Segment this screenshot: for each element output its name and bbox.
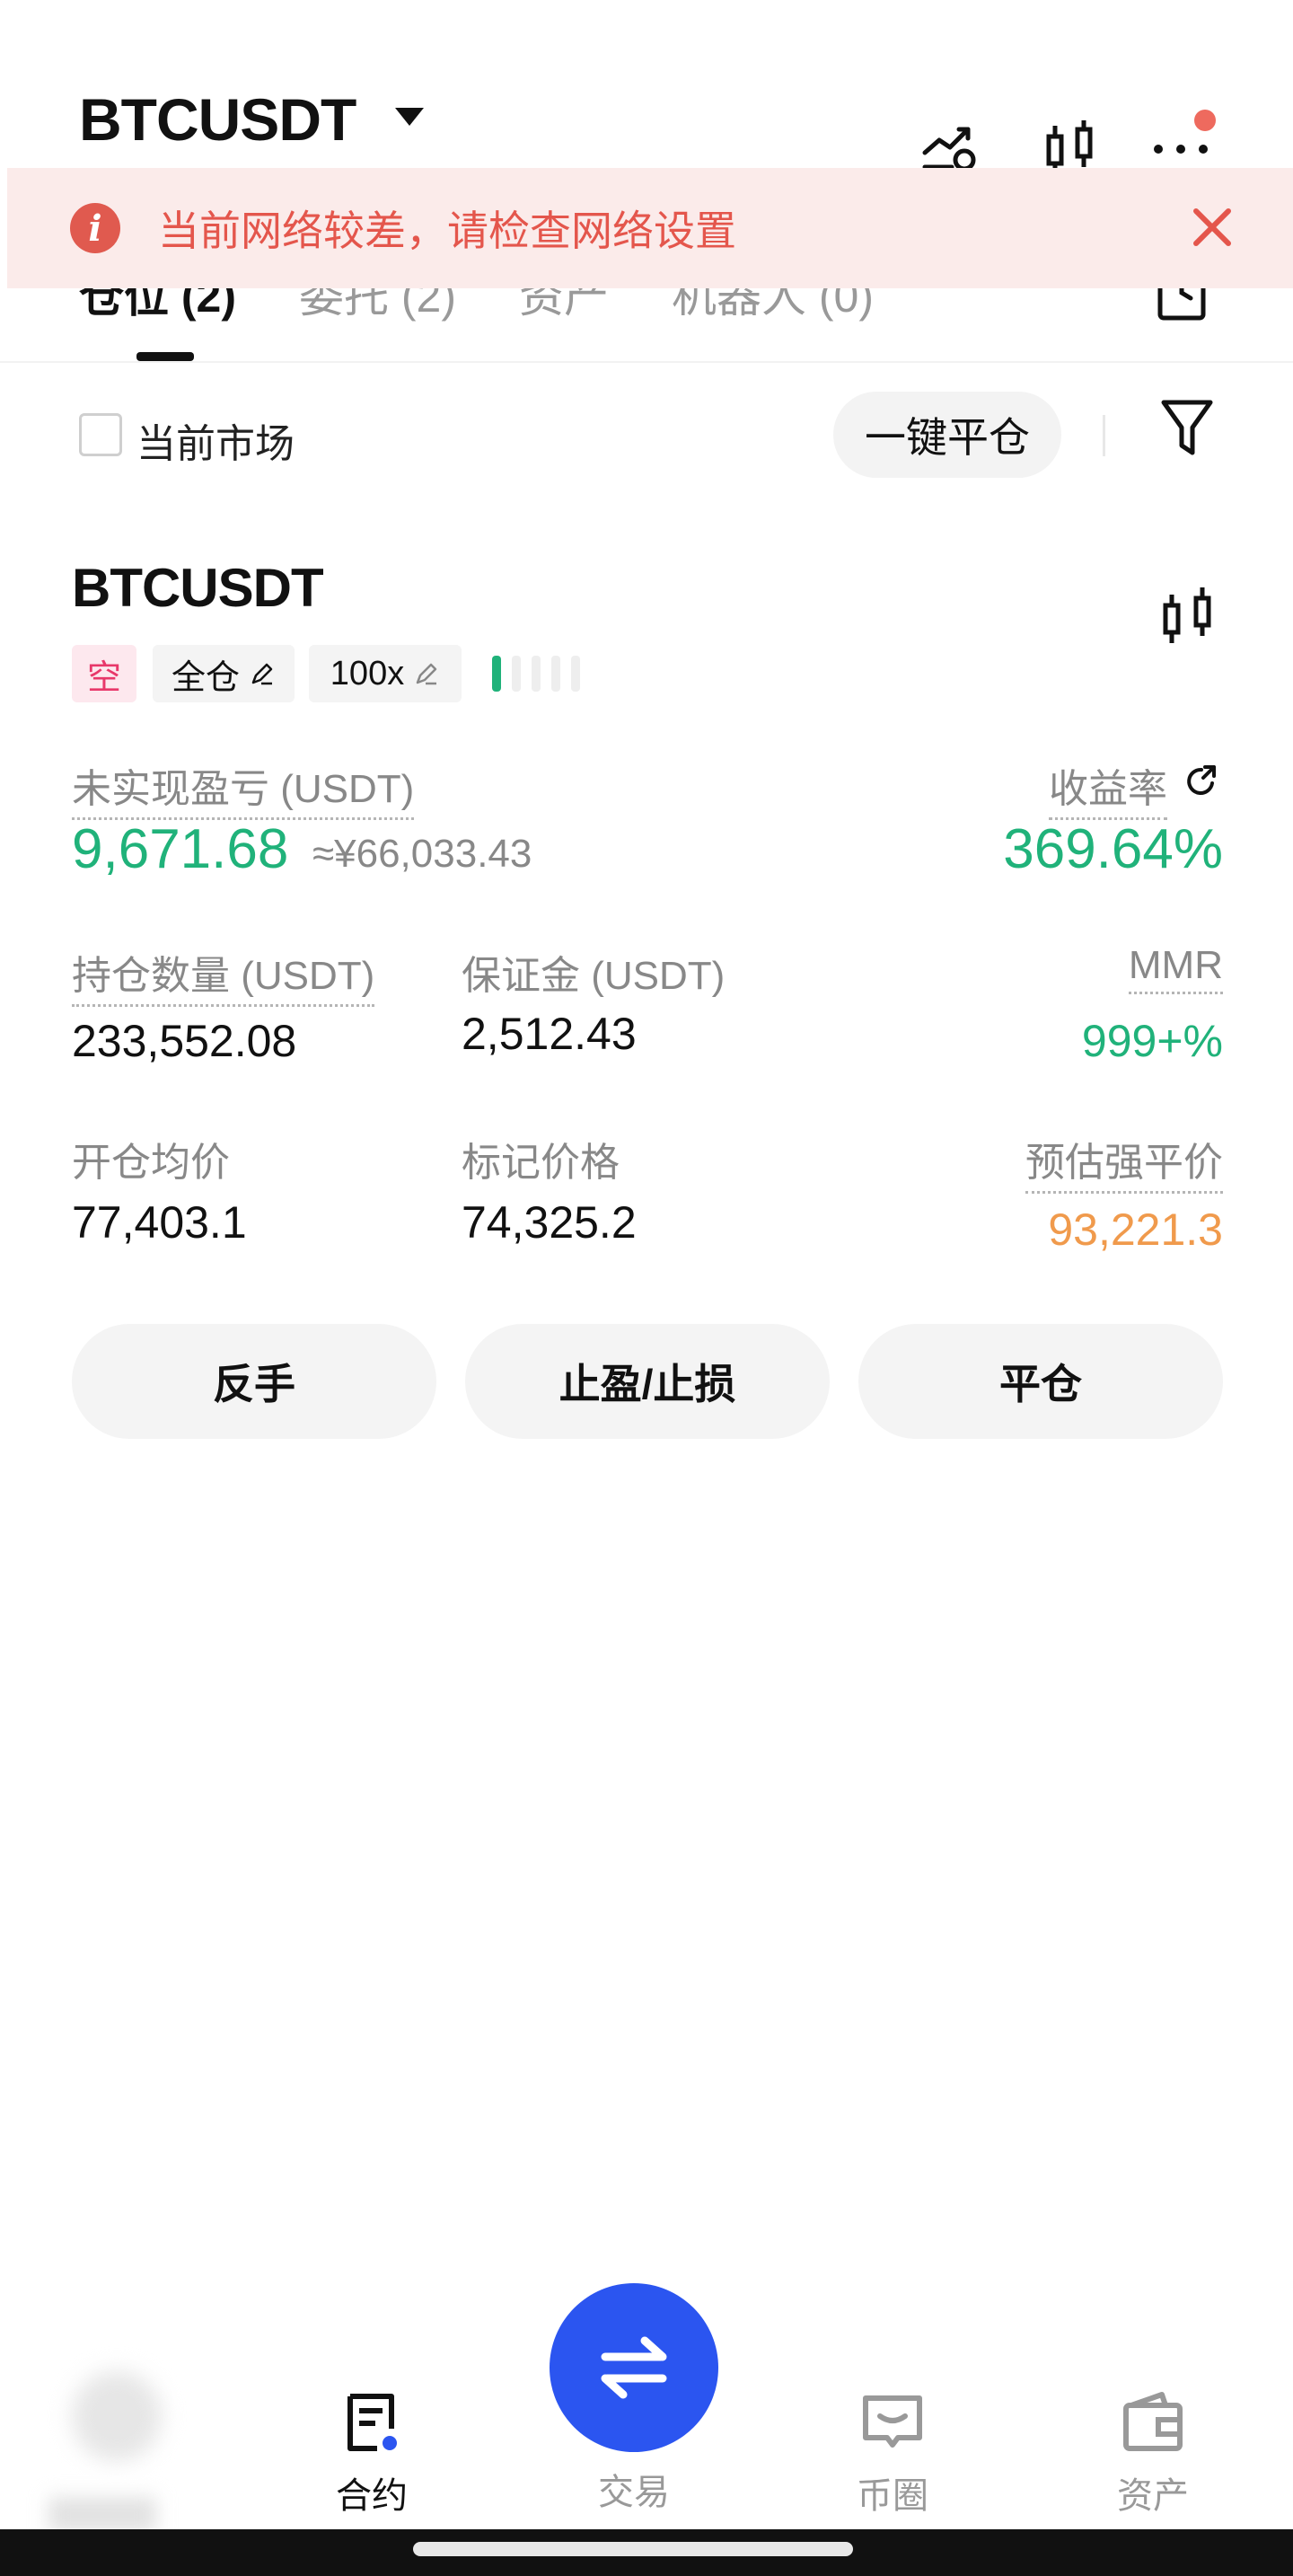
active-tab-indicator: [136, 352, 194, 361]
unrealized-pnl-value: 9,671.68: [72, 818, 289, 880]
margin-mode-label: 全仓: [171, 658, 240, 697]
liq-price-label[interactable]: 预估强平价: [1025, 1130, 1223, 1194]
risk-level-bars: [492, 656, 580, 692]
margin-mode-tag[interactable]: 全仓: [153, 645, 295, 702]
position-size-label[interactable]: 持仓数量 (USDT): [72, 943, 375, 1007]
roe-label[interactable]: 收益率: [1049, 756, 1167, 820]
swap-icon: [601, 2336, 667, 2399]
mark-price-value: 74,325.2: [462, 1197, 637, 1248]
entry-price-value: 77,403.1: [72, 1197, 247, 1248]
mmr-value: 999+%: [1081, 1016, 1223, 1066]
edit-icon: [416, 663, 437, 685]
close-all-button[interactable]: 一键平仓: [833, 392, 1061, 478]
risk-bar: [532, 656, 541, 692]
candlestick-icon[interactable]: [1158, 584, 1218, 652]
tp-sl-button[interactable]: 止盈/止损: [465, 1324, 830, 1439]
position-symbol[interactable]: BTCUSDT: [72, 557, 324, 619]
current-market-checkbox[interactable]: [79, 413, 122, 456]
mark-price-label: 标记价格: [462, 1141, 620, 1185]
contract-icon: [347, 2394, 397, 2451]
roe-value: 369.64%: [1003, 818, 1223, 880]
leverage-label: 100x: [330, 654, 405, 693]
entry-price-label: 开仓均价: [72, 1141, 230, 1185]
edit-icon: [251, 663, 273, 685]
nav-feed-label: 币圈: [857, 2476, 928, 2516]
tab-divider: [0, 361, 1293, 363]
liq-price-value: 93,221.3: [1048, 1204, 1223, 1255]
divider: [1103, 415, 1105, 456]
nav-trade-label[interactable]: 交易: [544, 2463, 724, 2515]
close-position-button[interactable]: 平仓: [858, 1324, 1223, 1439]
unrealized-pnl-cny: ≈¥66,033.43: [312, 832, 532, 876]
blurred-label: [48, 2497, 156, 2533]
current-market-label[interactable]: 当前市场: [136, 411, 295, 469]
side-tag: 空: [72, 645, 136, 702]
wallet-icon: [1123, 2392, 1183, 2451]
symbol-dropdown-caret-icon[interactable]: [395, 108, 424, 126]
home-indicator[interactable]: [413, 2542, 853, 2556]
close-icon[interactable]: [1183, 198, 1241, 256]
chat-icon: [863, 2395, 922, 2448]
share-icon[interactable]: [1182, 762, 1221, 801]
notification-dot: [1194, 110, 1216, 131]
risk-bar: [512, 656, 521, 692]
trade-button[interactable]: [550, 2283, 718, 2452]
risk-bar: [492, 656, 501, 692]
info-icon: i: [70, 203, 120, 253]
mmr-label[interactable]: MMR: [1128, 943, 1223, 994]
symbol-title[interactable]: BTCUSDT: [79, 85, 356, 154]
nav-contract-label: 合约: [336, 2476, 408, 2516]
margin-label: 保证金 (USDT): [462, 954, 726, 998]
nav-assets[interactable]: 资产: [1063, 2389, 1243, 2519]
avatar[interactable]: [72, 2371, 162, 2461]
network-warning-banner: i 当前网络较差，请检查网络设置: [7, 168, 1293, 288]
nav-assets-label: 资产: [1117, 2476, 1189, 2516]
network-warning-text: 当前网络较差，请检查网络设置: [158, 207, 736, 254]
filter-icon[interactable]: [1158, 395, 1216, 463]
position-size-value: 233,552.08: [72, 1016, 297, 1066]
unrealized-pnl-label[interactable]: 未实现盈亏 (USDT): [72, 756, 415, 820]
leverage-tag[interactable]: 100x: [309, 645, 462, 702]
reverse-button[interactable]: 反手: [72, 1324, 436, 1439]
nav-feed[interactable]: 币圈: [803, 2389, 982, 2519]
risk-bar: [551, 656, 560, 692]
margin-value: 2,512.43: [462, 1009, 637, 1059]
risk-bar: [571, 656, 580, 692]
nav-contract[interactable]: 合约: [282, 2389, 462, 2519]
